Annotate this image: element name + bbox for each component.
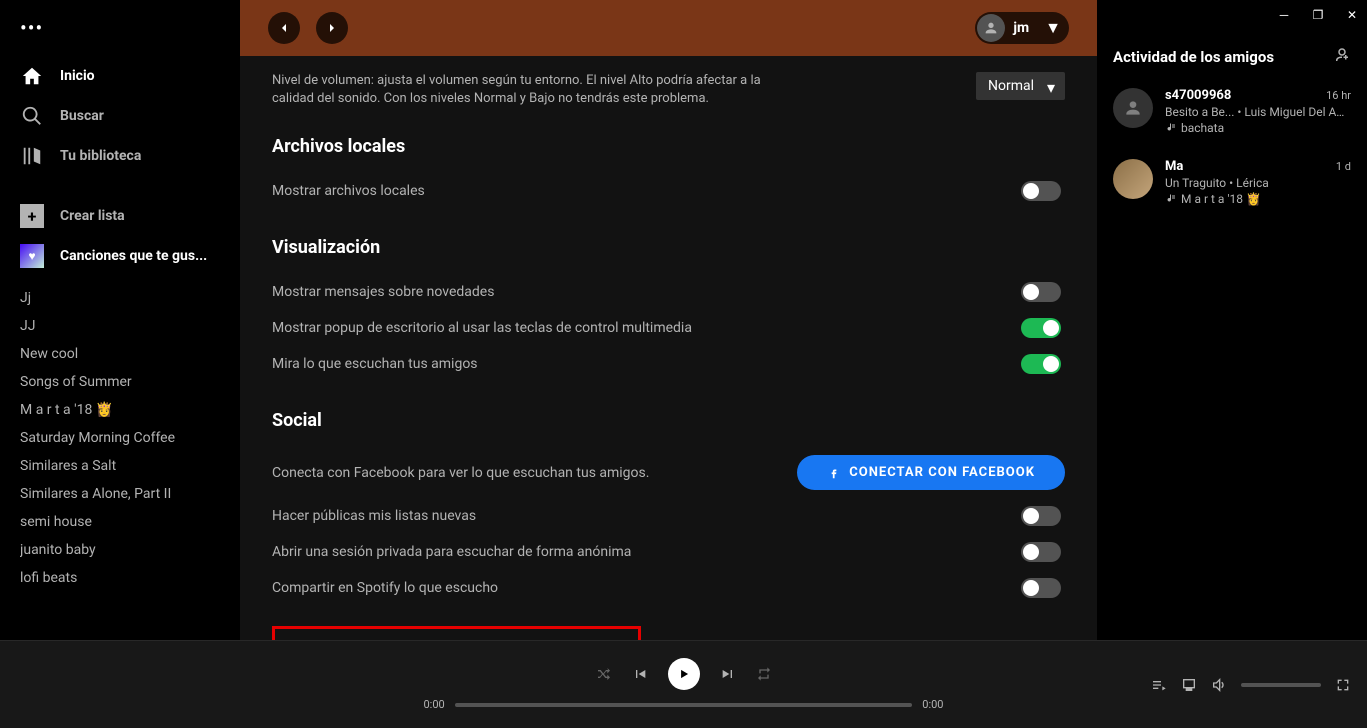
caret-down-icon: ▼ bbox=[1045, 18, 1061, 38]
friend-track: Un Traguito • Lérica bbox=[1165, 176, 1351, 190]
nav-liked-songs[interactable]: ♥ Canciones que te gus... bbox=[0, 236, 240, 276]
label-disp-friends: Mira lo que escuchan tus amigos bbox=[272, 356, 478, 372]
playlist-item[interactable]: Similares a Salt bbox=[20, 452, 220, 480]
nav-library[interactable]: Tu biblioteca bbox=[0, 136, 240, 176]
friend-time: 1 d bbox=[1336, 160, 1351, 173]
nav-create-playlist[interactable]: + Crear lista bbox=[0, 196, 240, 236]
friends-title: Actividad de los amigos bbox=[1113, 48, 1274, 66]
progress-bar[interactable] bbox=[455, 703, 913, 707]
toggle-social-share[interactable] bbox=[1021, 578, 1061, 598]
add-friend-button[interactable] bbox=[1333, 46, 1351, 68]
queue-button[interactable] bbox=[1151, 677, 1167, 693]
playlist-list: JjJJNew coolSongs of SummerM a r t a '18… bbox=[0, 284, 240, 640]
devices-button[interactable] bbox=[1181, 677, 1197, 693]
section-display: Visualización bbox=[272, 237, 1065, 258]
user-name: jm bbox=[1013, 20, 1029, 36]
sidebar: ••• Inicio Buscar Tu biblioteca + Crear … bbox=[0, 0, 240, 640]
player-bar: 0:00 0:00 bbox=[0, 640, 1367, 728]
friend-activity-item[interactable]: s47009968 16 hr Besito a Be... • Luis Mig… bbox=[1113, 88, 1351, 135]
friend-name: s47009968 bbox=[1165, 88, 1231, 103]
label-social-private: Abrir una sesión privada para escuchar d… bbox=[272, 544, 631, 560]
friend-avatar bbox=[1113, 88, 1153, 128]
nav-search[interactable]: Buscar bbox=[0, 96, 240, 136]
home-icon bbox=[20, 64, 44, 88]
nav-library-label: Tu biblioteca bbox=[60, 148, 141, 164]
playlist-item[interactable]: JJ bbox=[20, 312, 220, 340]
topbar: jm ▼ bbox=[240, 0, 1097, 56]
playlist-item[interactable]: M a r t a '18 👸 bbox=[20, 396, 220, 424]
friend-playlist: bachata bbox=[1165, 121, 1351, 135]
window-controls: ─ ❐ ✕ bbox=[1277, 8, 1359, 22]
playlist-item[interactable]: semi house bbox=[20, 508, 220, 536]
connect-facebook-button[interactable]: CONECTAR CON FACEBOOK bbox=[797, 455, 1065, 490]
nav-search-label: Buscar bbox=[60, 108, 104, 124]
time-total: 0:00 bbox=[922, 698, 943, 711]
friend-activity-item[interactable]: Ma 1 d Un Traguito • Lérica M a r t a '18… bbox=[1113, 159, 1351, 206]
menu-dots[interactable]: ••• bbox=[0, 8, 240, 56]
next-button[interactable] bbox=[720, 666, 736, 682]
playlist-item[interactable]: Songs of Summer bbox=[20, 368, 220, 396]
previous-button[interactable] bbox=[632, 666, 648, 682]
facebook-icon bbox=[827, 466, 841, 480]
shuffle-button[interactable] bbox=[596, 666, 612, 682]
friend-playlist: M a r t a '18 👸 bbox=[1165, 192, 1351, 206]
label-disp-news: Mostrar mensajes sobre novedades bbox=[272, 284, 494, 300]
section-local-files: Archivos locales bbox=[272, 136, 1065, 157]
heart-icon: ♥ bbox=[20, 244, 44, 268]
playlist-item[interactable]: New cool bbox=[20, 340, 220, 368]
toggle-show-local[interactable] bbox=[1021, 181, 1061, 201]
nav-create-label: Crear lista bbox=[60, 208, 125, 224]
nav-home[interactable]: Inicio bbox=[0, 56, 240, 96]
nav-home-label: Inicio bbox=[60, 68, 95, 84]
label-disp-popup: Mostrar popup de escritorio al usar las … bbox=[272, 320, 692, 336]
forward-button[interactable] bbox=[316, 12, 348, 44]
label-social-public: Hacer públicas mis listas nuevas bbox=[272, 508, 476, 524]
back-button[interactable] bbox=[268, 12, 300, 44]
library-icon bbox=[20, 144, 44, 168]
window-close[interactable]: ✕ bbox=[1345, 8, 1359, 22]
playlist-item[interactable]: Similares a Alone, Part II bbox=[20, 480, 220, 508]
window-maximize[interactable]: ❐ bbox=[1311, 8, 1325, 22]
fb-button-label: CONECTAR CON FACEBOOK bbox=[849, 465, 1035, 480]
plus-icon: + bbox=[20, 204, 44, 228]
toggle-disp-popup[interactable] bbox=[1021, 318, 1061, 338]
advanced-highlight: MOSTRAR CONFIGURACIÓN AVANZADA bbox=[272, 626, 641, 640]
playlist-item[interactable]: lofi beats bbox=[20, 564, 220, 592]
label-show-local: Mostrar archivos locales bbox=[272, 183, 425, 199]
playlist-item[interactable]: juanito baby bbox=[20, 536, 220, 564]
friend-name: Ma bbox=[1165, 159, 1183, 174]
toggle-disp-friends[interactable] bbox=[1021, 354, 1061, 374]
fullscreen-button[interactable] bbox=[1335, 677, 1351, 693]
repeat-button[interactable] bbox=[756, 666, 772, 682]
playlist-item[interactable]: Jj bbox=[20, 284, 220, 312]
label-fb-desc: Conecta con Facebook para ver lo que esc… bbox=[272, 465, 649, 481]
volume-level-select[interactable]: Normal bbox=[976, 72, 1065, 100]
label-social-share: Compartir en Spotify lo que escucho bbox=[272, 580, 498, 596]
volume-bar[interactable] bbox=[1241, 683, 1321, 687]
play-button[interactable] bbox=[668, 658, 700, 690]
toggle-social-private[interactable] bbox=[1021, 542, 1061, 562]
nav-liked-label: Canciones que te gus... bbox=[60, 248, 207, 264]
volume-level-select-wrap: Normal bbox=[976, 72, 1065, 100]
settings-content: Normal Nivel de volumen: ajusta el volum… bbox=[240, 56, 1097, 640]
playlist-item[interactable]: Saturday Morning Coffee bbox=[20, 424, 220, 452]
volume-icon[interactable] bbox=[1211, 677, 1227, 693]
section-social: Social bbox=[272, 410, 1065, 431]
user-menu[interactable]: jm ▼ bbox=[975, 12, 1069, 44]
friends-panel: ─ ❐ ✕ Actividad de los amigos s47009968 1… bbox=[1097, 0, 1367, 640]
friend-track: Besito a Be... • Luis Miguel Del Ama... bbox=[1165, 105, 1351, 119]
window-minimize[interactable]: ─ bbox=[1277, 8, 1291, 22]
friend-time: 16 hr bbox=[1326, 89, 1351, 102]
toggle-social-public[interactable] bbox=[1021, 506, 1061, 526]
user-avatar-icon bbox=[977, 14, 1005, 42]
volume-description: Nivel de volumen: ajusta el volumen segú… bbox=[272, 72, 772, 108]
main-panel: jm ▼ Normal Nivel de volumen: ajusta el … bbox=[240, 0, 1097, 640]
time-elapsed: 0:00 bbox=[424, 698, 445, 711]
search-icon bbox=[20, 104, 44, 128]
toggle-disp-news[interactable] bbox=[1021, 282, 1061, 302]
friend-avatar bbox=[1113, 159, 1153, 199]
